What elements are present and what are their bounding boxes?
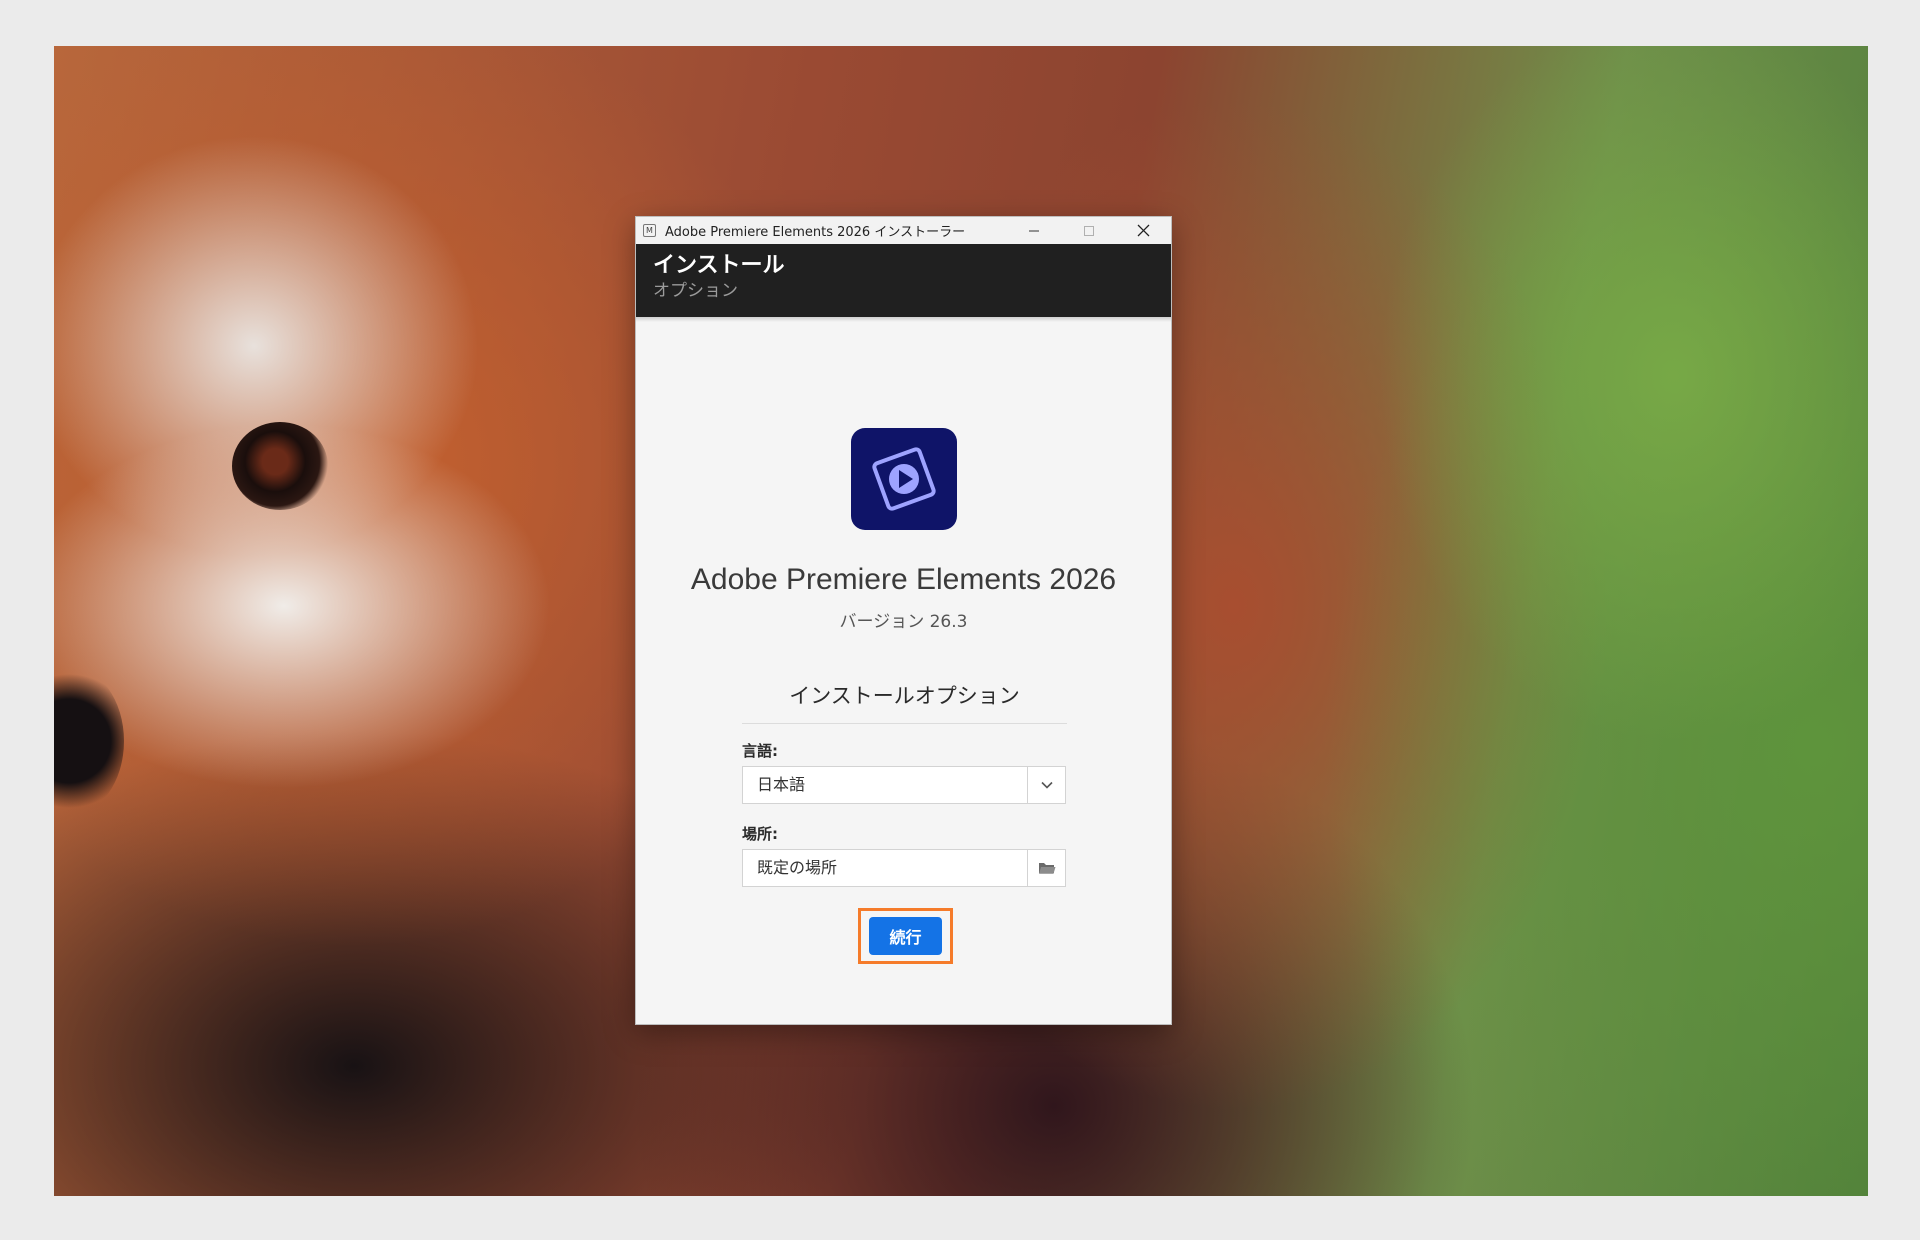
maximize-icon <box>1083 225 1094 236</box>
close-icon <box>1137 224 1150 237</box>
maximize-button[interactable] <box>1061 217 1116 244</box>
language-select[interactable]: 日本語 <box>742 766 1066 804</box>
window-titlebar[interactable]: M Adobe Premiere Elements 2026 インストーラー <box>636 217 1171 244</box>
chevron-down-icon <box>1040 781 1053 789</box>
window-controls <box>1006 217 1171 244</box>
product-logo-graphic <box>872 447 936 511</box>
product-version: バージョン 26.3 <box>839 612 968 632</box>
folder-icon <box>1038 863 1055 874</box>
location-label: 場所: <box>742 825 778 843</box>
language-dropdown-button[interactable] <box>1027 767 1065 803</box>
language-value[interactable]: 日本語 <box>743 767 1027 803</box>
location-value[interactable]: 既定の場所 <box>743 850 1027 886</box>
premiere-elements-play-icon <box>851 428 957 530</box>
continue-button-highlight: 続行 <box>858 908 953 964</box>
installer-window: M Adobe Premiere Elements 2026 インストーラー イ… <box>635 216 1172 1025</box>
install-options-title: インストールオプション <box>742 680 1067 724</box>
header-title: インストール <box>653 253 785 278</box>
close-button[interactable] <box>1116 217 1171 244</box>
location-field[interactable]: 既定の場所 <box>742 849 1066 887</box>
minimize-icon <box>1028 230 1039 231</box>
app-icon: M <box>643 224 656 237</box>
continue-button[interactable]: 続行 <box>869 917 942 955</box>
browse-folder-button[interactable] <box>1027 850 1065 886</box>
header-subtitle: オプション <box>653 281 738 301</box>
installer-header: インストール オプション <box>636 244 1171 322</box>
language-label: 言語: <box>742 742 778 760</box>
minimize-button[interactable] <box>1006 217 1061 244</box>
product-name: Adobe Premiere Elements 2026 <box>690 563 1117 596</box>
wallpaper-red-panda-eye <box>232 422 328 510</box>
window-title: Adobe Premiere Elements 2026 インストーラー <box>665 225 966 240</box>
wallpaper-red-panda-nose <box>54 666 124 816</box>
